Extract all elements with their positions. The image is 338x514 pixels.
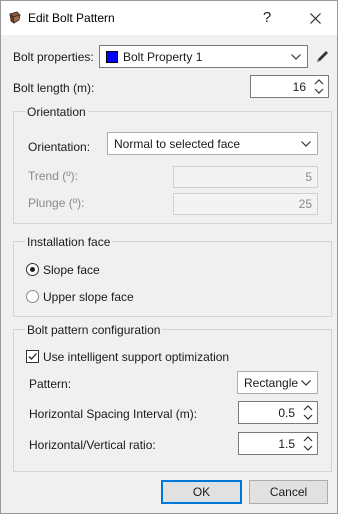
orientation-dropdown[interactable]: Normal to selected face bbox=[107, 132, 318, 155]
upper-slope-face-label[interactable]: Upper slope face bbox=[43, 290, 134, 304]
spacing-spinbox[interactable]: 0.5 bbox=[238, 401, 318, 424]
help-button[interactable]: ? bbox=[249, 6, 285, 30]
upper-slope-face-radio[interactable] bbox=[26, 290, 39, 303]
trend-field: 5 bbox=[173, 166, 318, 188]
optimization-label[interactable]: Use intelligent support optimization bbox=[43, 350, 229, 364]
installation-face-group bbox=[13, 241, 332, 317]
bolt-properties-value: Bolt Property 1 bbox=[123, 49, 203, 64]
ratio-value: 1.5 bbox=[278, 436, 295, 451]
close-icon bbox=[310, 13, 321, 24]
bolt-length-value: 16 bbox=[292, 79, 306, 94]
bolt-properties-label: Bolt properties: bbox=[13, 50, 94, 64]
bolt-pattern-group-title: Bolt pattern configuration bbox=[25, 323, 163, 337]
chevron-down-icon bbox=[301, 379, 311, 386]
pattern-label: Pattern: bbox=[29, 377, 72, 391]
title-bar[interactable]: Edit Bolt Pattern ? bbox=[1, 1, 337, 35]
spin-down-icon bbox=[303, 414, 313, 420]
plunge-value: 25 bbox=[298, 197, 312, 211]
pattern-dropdown[interactable]: Rectangle bbox=[237, 371, 318, 394]
orientation-value: Normal to selected face bbox=[114, 136, 241, 151]
edit-bolt-pattern-dialog: Edit Bolt Pattern ? Bolt properties: Bol… bbox=[0, 0, 338, 514]
plunge-field: 25 bbox=[173, 193, 318, 215]
checkmark-icon bbox=[28, 353, 37, 360]
bolt-length-spinbox[interactable]: 16 bbox=[250, 75, 329, 98]
trend-label: Trend (º): bbox=[28, 169, 78, 183]
plunge-label: Plunge (º): bbox=[28, 196, 85, 210]
bolt-properties-dropdown[interactable]: Bolt Property 1 bbox=[99, 45, 308, 68]
slope-face-label[interactable]: Slope face bbox=[43, 263, 100, 277]
edit-pencil-icon[interactable] bbox=[314, 49, 330, 65]
chevron-down-icon bbox=[291, 53, 301, 60]
spin-down-icon bbox=[314, 88, 324, 94]
ok-button[interactable]: OK bbox=[161, 480, 242, 504]
spacing-label: Horizontal Spacing Interval (m): bbox=[29, 407, 198, 421]
cancel-button[interactable]: Cancel bbox=[249, 480, 328, 504]
ratio-label: Horizontal/Vertical ratio: bbox=[29, 438, 156, 452]
orientation-label: Orientation: bbox=[28, 140, 91, 154]
bolt-length-label: Bolt length (m): bbox=[13, 81, 95, 95]
spin-down-icon bbox=[303, 445, 313, 451]
ratio-spinbox[interactable]: 1.5 bbox=[238, 432, 318, 455]
trend-value: 5 bbox=[305, 170, 312, 184]
orientation-group-title: Orientation bbox=[25, 105, 88, 119]
dialog-title: Edit Bolt Pattern bbox=[28, 11, 115, 25]
optimization-checkbox[interactable] bbox=[26, 350, 39, 363]
chevron-down-icon bbox=[301, 140, 311, 147]
spacing-value: 0.5 bbox=[278, 405, 295, 420]
pattern-value: Rectangle bbox=[244, 375, 299, 390]
slope-face-radio[interactable] bbox=[26, 263, 39, 276]
bolt-color-swatch bbox=[106, 51, 118, 63]
close-button[interactable] bbox=[297, 6, 333, 30]
app-bolt-icon bbox=[8, 11, 22, 25]
installation-group-title: Installation face bbox=[25, 235, 113, 249]
